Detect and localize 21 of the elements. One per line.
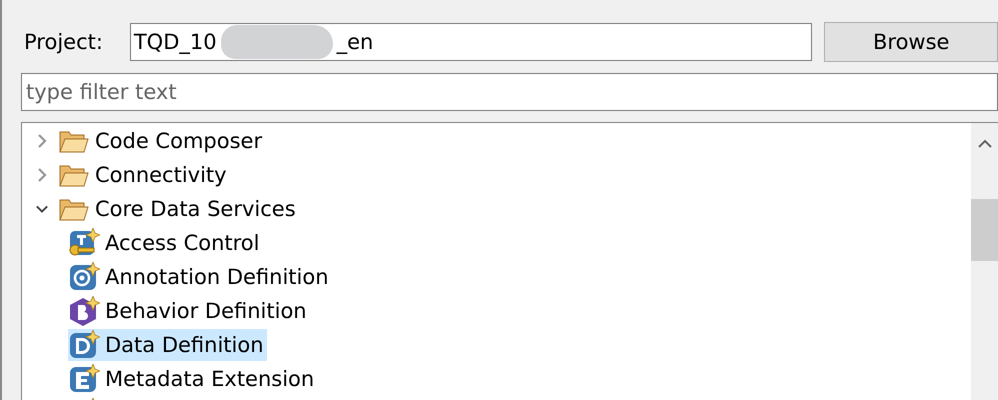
tree-item[interactable]: Annotation Definition xyxy=(105,265,329,289)
collapse-chevron-icon[interactable] xyxy=(36,204,48,214)
project-field[interactable]: TQD_10 _en xyxy=(130,23,812,61)
scroll-up-icon[interactable] xyxy=(978,139,992,148)
letter-d-icon xyxy=(68,330,100,360)
tree-item[interactable]: Behavior Definition xyxy=(105,299,307,323)
tree-item[interactable]: Connectivity xyxy=(95,163,227,187)
hexagon-icon xyxy=(68,296,100,326)
browse-button[interactable]: Browse xyxy=(824,22,998,62)
tree-item[interactable]: Metadata Extension xyxy=(105,367,314,391)
project-label: Project: xyxy=(24,30,104,54)
key-icon xyxy=(68,228,100,258)
tree-item[interactable]: Data Definition xyxy=(68,329,267,361)
filter-field[interactable]: type filter text xyxy=(21,73,998,111)
expand-chevron-icon[interactable] xyxy=(36,134,48,148)
letter-e-icon xyxy=(68,364,100,394)
tree-item[interactable]: Code Composer xyxy=(95,129,262,153)
scroll-thumb[interactable] xyxy=(971,199,998,261)
tree-item[interactable]: Access Control xyxy=(105,231,260,255)
tree-item[interactable]: Core Data Services xyxy=(95,197,296,221)
expand-chevron-icon[interactable] xyxy=(36,168,48,182)
